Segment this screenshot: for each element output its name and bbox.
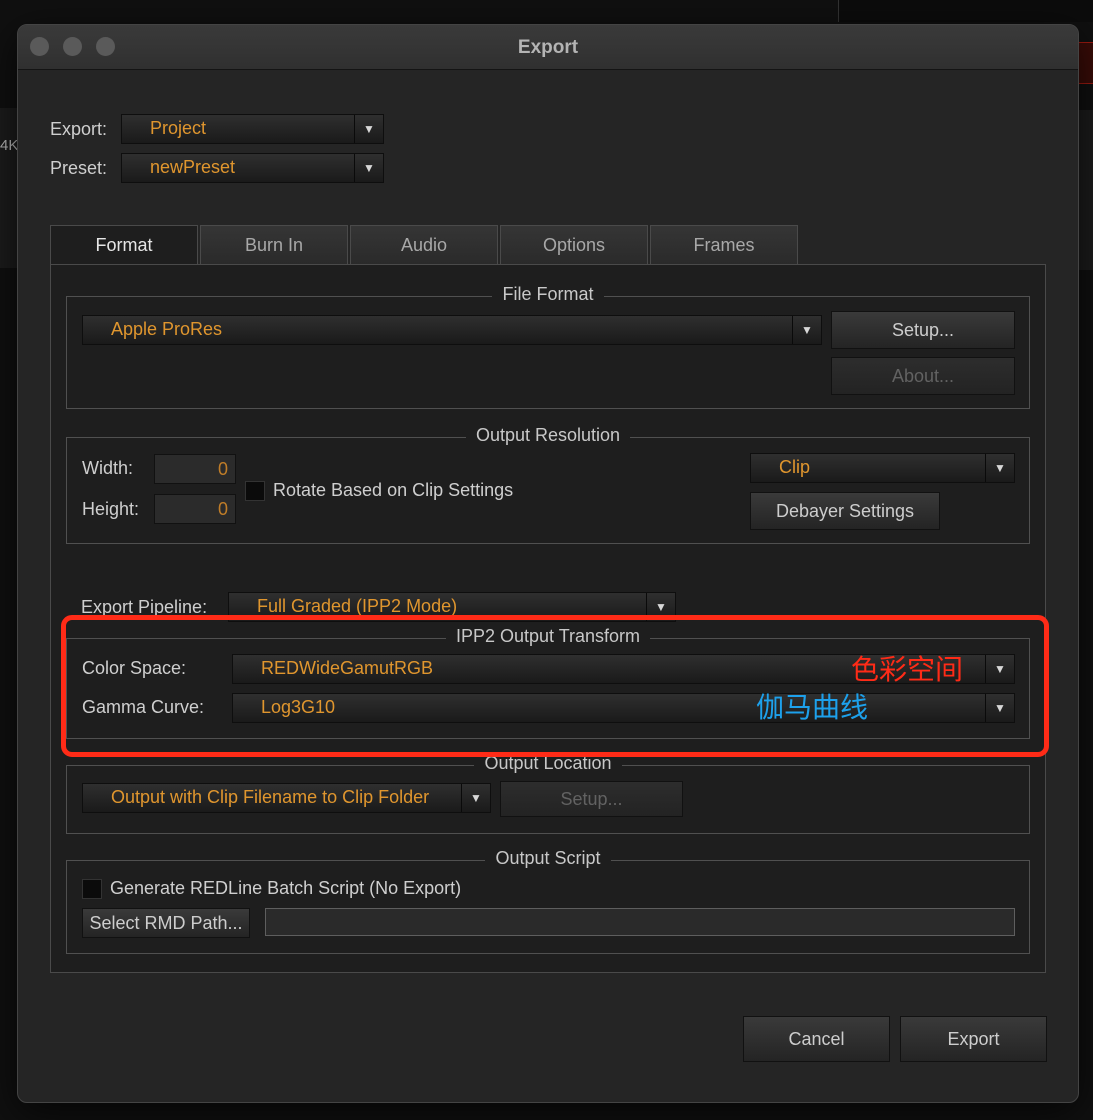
output-resolution-group: Output Resolution Width: 0 Height: 0 Rot…: [66, 425, 1030, 544]
background-label: 4K: [0, 137, 19, 154]
title-bar: Export: [18, 25, 1078, 70]
tab-format[interactable]: Format: [50, 225, 198, 265]
preset-select-value: newPreset: [150, 157, 236, 177]
file-format-setup-button[interactable]: Setup...: [831, 311, 1015, 349]
chevron-down-icon: ▼: [792, 316, 821, 344]
chevron-down-icon: ▼: [354, 154, 383, 182]
rmd-path-field[interactable]: [265, 908, 1015, 936]
output-location-value: Output with Clip Filename to Clip Folder: [111, 787, 430, 807]
select-rmd-path-button[interactable]: Select RMD Path...: [82, 908, 250, 938]
file-format-value: Apple ProRes: [111, 319, 223, 339]
export-select[interactable]: Project ▼: [121, 114, 384, 144]
output-script-title: Output Script: [485, 848, 611, 868]
rotate-checkbox[interactable]: [245, 481, 265, 501]
export-select-value: Project: [150, 118, 207, 138]
resolution-select[interactable]: Clip ▼: [750, 453, 1015, 483]
output-resolution-title: Output Resolution: [465, 425, 631, 445]
generate-script-checkbox[interactable]: [82, 879, 102, 899]
window-title: Export: [517, 37, 579, 58]
width-label: Width:: [82, 458, 134, 478]
chevron-down-icon: ▼: [354, 115, 383, 143]
chevron-down-icon: ▼: [985, 454, 1014, 482]
file-format-about-button[interactable]: About...: [831, 357, 1015, 395]
resolution-select-value: Clip: [779, 457, 811, 477]
background-meter: [1078, 42, 1093, 84]
output-location-group: Output Location Output with Clip Filenam…: [66, 753, 1030, 834]
export-button[interactable]: Export: [900, 1016, 1047, 1062]
debayer-settings-button[interactable]: Debayer Settings: [750, 492, 940, 530]
width-input[interactable]: 0: [154, 454, 236, 484]
preset-label: Preset:: [50, 158, 108, 178]
chevron-down-icon: ▼: [461, 784, 490, 812]
output-script-group: Output Script Generate REDLine Batch Scr…: [66, 848, 1030, 954]
output-location-select[interactable]: Output with Clip Filename to Clip Folder…: [82, 783, 491, 813]
preset-select[interactable]: newPreset ▼: [121, 153, 384, 183]
tab-audio[interactable]: Audio: [350, 225, 498, 265]
export-label: Export:: [50, 119, 108, 139]
height-input[interactable]: 0: [154, 494, 236, 524]
file-format-title: File Format: [492, 284, 604, 304]
background-panel-right: [1077, 110, 1093, 270]
file-format-group: File Format Apple ProRes ▼ Setup... Abou…: [66, 284, 1030, 409]
file-format-select[interactable]: Apple ProRes ▼: [82, 315, 822, 345]
pipeline-value: Full Graded (IPP2 Mode): [257, 596, 458, 616]
tab-options[interactable]: Options: [500, 225, 648, 265]
tab-frames[interactable]: Frames: [650, 225, 798, 265]
background-panel-left: [0, 108, 17, 268]
tab-burn-in[interactable]: Burn In: [200, 225, 348, 265]
annotation-gamma-curve: 伽马曲线: [756, 691, 869, 724]
generate-script-label: Generate REDLine Batch Script (No Export…: [110, 878, 462, 898]
export-dialog: Export Export: Project ▼ Preset: newPres…: [17, 24, 1079, 1103]
annotation-color-space: 色彩空间: [851, 653, 964, 686]
cancel-button[interactable]: Cancel: [743, 1016, 890, 1062]
height-label: Height:: [82, 499, 140, 519]
output-location-setup-button[interactable]: Setup...: [500, 781, 683, 817]
rotate-label: Rotate Based on Clip Settings: [273, 480, 514, 500]
background-panel-top: [838, 0, 1093, 22]
